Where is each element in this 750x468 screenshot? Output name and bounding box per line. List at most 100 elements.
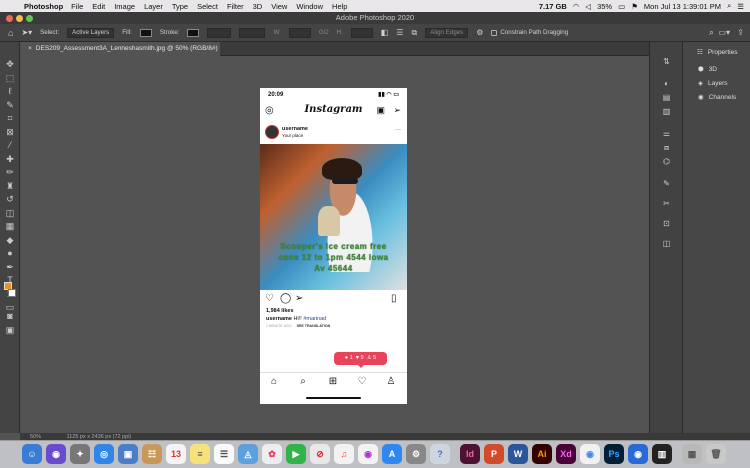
healing-brush-tool-icon[interactable]: ✚ — [3, 153, 17, 165]
avatar[interactable] — [265, 125, 279, 139]
properties-header[interactable]: ☷ Properties — [683, 42, 750, 62]
post-place[interactable]: Your place — [282, 133, 303, 138]
help-icon[interactable]: ? — [430, 444, 450, 464]
app-store-icon[interactable]: A — [382, 444, 402, 464]
activity-notification-badge[interactable]: ● 1 ♥ 9 ♙ 5 — [334, 352, 387, 368]
comment-icon[interactable]: ◯ — [280, 294, 291, 304]
wifi-icon[interactable]: ◠ — [573, 2, 580, 11]
document-tab[interactable]: × DES209_Assessment3A_Lenneshasmith.jpg @… — [20, 42, 220, 56]
siri-icon[interactable]: ◉ — [46, 444, 66, 464]
workspace-icon[interactable]: ▭▾ — [718, 28, 730, 37]
likes-count[interactable]: 1,984 likes — [266, 308, 294, 314]
path-arrangement-icon[interactable]: ⧉ — [411, 28, 417, 38]
panel-channels[interactable]: ◉ Channels — [683, 90, 750, 104]
illustrator-icon[interactable]: Ai — [532, 444, 552, 464]
frame-tool-icon[interactable]: ⊠ — [3, 126, 17, 138]
finder-icon[interactable]: ☺ — [22, 444, 42, 464]
like-icon[interactable]: ♡ — [265, 294, 275, 304]
see-translation-link[interactable]: SEE TRANSLATION — [297, 324, 331, 328]
menubar-clock[interactable]: Mon Jul 13 1:39:01 PM — [644, 2, 721, 11]
search-icon[interactable]: ⌕ — [727, 1, 731, 11]
calendar-icon[interactable]: 13 — [166, 444, 186, 464]
screen-mode-icon[interactable]: ▣ — [3, 324, 17, 336]
indesign-icon[interactable]: Id — [460, 444, 480, 464]
control-center-icon[interactable]: ☰ — [737, 2, 744, 11]
xd-icon[interactable]: Xd — [556, 444, 576, 464]
menu-layer[interactable]: Layer — [144, 2, 163, 11]
launchpad-icon[interactable]: ✦ — [70, 444, 90, 464]
menu-window[interactable]: Window — [296, 2, 323, 11]
path-alignment-icon[interactable]: ☰ — [396, 28, 403, 37]
battery-percent[interactable]: 35% — [597, 2, 612, 11]
path-selection-tool-icon[interactable]: ➤▾ — [21, 28, 32, 37]
gradient-tool-icon[interactable]: ▦ — [3, 220, 17, 232]
stroke-type-dropdown[interactable] — [239, 27, 266, 38]
podcasts-icon[interactable]: ◉ — [358, 444, 378, 464]
select-dropdown[interactable]: Active Layers — [67, 27, 115, 38]
photoshop-icon[interactable]: Ps — [604, 444, 624, 464]
clone-source-panel-icon[interactable]: ✂ — [660, 198, 673, 209]
preview-icon[interactable]: ▣ — [118, 444, 138, 464]
profile-icon[interactable]: ♙ — [385, 376, 397, 388]
menu-select[interactable]: Select — [197, 2, 218, 11]
height-field[interactable] — [350, 27, 373, 38]
caption-hashtag[interactable]: #marinad — [303, 316, 326, 322]
adjustments-panel-icon[interactable]: ⚌ — [660, 128, 673, 139]
piano-icon[interactable]: ▥ — [652, 444, 672, 464]
close-tab-icon[interactable]: × — [28, 45, 32, 52]
menu-filter[interactable]: Filter — [227, 2, 244, 11]
caption-username[interactable]: username — [266, 316, 292, 322]
move-tool-icon[interactable]: ✥ — [3, 58, 17, 70]
more-options-icon[interactable]: ··· — [395, 127, 401, 133]
share-post-icon[interactable]: ➢ — [295, 294, 305, 304]
close-window-button[interactable] — [6, 15, 13, 22]
paragraph-panel-icon[interactable]: ◫ — [660, 238, 673, 249]
menu-app-name[interactable]: Photoshop — [24, 2, 63, 11]
volume-icon[interactable]: ◁ — [585, 2, 591, 11]
battery-icon[interactable]: ▭ — [618, 2, 625, 11]
eraser-tool-icon[interactable]: ◫ — [3, 207, 17, 219]
align-edges-checkbox[interactable]: Align Edges — [425, 27, 469, 38]
activity-heart-icon[interactable]: ♡ — [356, 376, 368, 388]
constrain-path-checkbox[interactable]: Constrain Path Dragging — [491, 29, 568, 36]
new-post-icon[interactable]: ⊞ — [327, 376, 339, 388]
menu-view[interactable]: View — [271, 2, 287, 11]
safari-icon[interactable]: ◎ — [94, 444, 114, 464]
post-photo[interactable]: Scooper's Ice cream free cone 12 to 1pm … — [260, 144, 407, 290]
brush-tool-icon[interactable]: ✏ — [3, 166, 17, 178]
fill-swatch[interactable] — [139, 28, 152, 37]
clone-stamp-tool-icon[interactable]: ♜ — [3, 180, 17, 192]
link-label[interactable]: GO — [319, 29, 329, 36]
menu-file[interactable]: File — [71, 2, 83, 11]
zoom-icon[interactable]: ◉ — [628, 444, 648, 464]
path-operations-icon[interactable]: ◧ — [381, 28, 389, 37]
lasso-tool-icon[interactable]: ℓ — [3, 85, 17, 97]
search-nav-icon[interactable]: ⌕ — [297, 376, 309, 388]
post-username[interactable]: username — [282, 126, 308, 132]
system-preferences-icon[interactable]: ⚙ — [406, 444, 426, 464]
facetime-icon[interactable]: ▶ — [286, 444, 306, 464]
trash-icon[interactable]: 🗑 — [706, 444, 726, 464]
menu-image[interactable]: Image — [114, 2, 135, 11]
quick-select-tool-icon[interactable]: ✎ — [3, 99, 17, 111]
styles-panel-icon[interactable]: ⧈ — [660, 142, 673, 153]
instagram-mockup[interactable]: 20:09 ▮▮ ◠ ▭ ◎ Instagram ▣ ➢ username Yo… — [260, 88, 407, 404]
menu-edit[interactable]: Edit — [92, 2, 105, 11]
direct-message-icon[interactable]: ➢ — [393, 105, 401, 116]
storage-indicator[interactable]: 7.17 GB — [539, 2, 567, 11]
zoom-window-button[interactable] — [26, 15, 33, 22]
eyedropper-tool-icon[interactable]: ⁄ — [3, 139, 17, 151]
gear-icon[interactable]: ⚙ — [476, 28, 483, 37]
home-nav-icon[interactable]: ⌂ — [268, 376, 280, 388]
swatches-panel-icon[interactable]: ▤ — [660, 92, 673, 103]
menu-help[interactable]: Help — [332, 2, 347, 11]
crop-tool-icon[interactable]: ⌗ — [3, 112, 17, 124]
chrome-icon[interactable]: ◉ — [580, 444, 600, 464]
contacts-icon[interactable]: ☷ — [142, 444, 162, 464]
igtv-icon[interactable]: ▣ — [376, 105, 385, 116]
word-icon[interactable]: W — [508, 444, 528, 464]
stroke-width-field[interactable] — [207, 27, 232, 38]
marquee-tool-icon[interactable]: ⬚ — [3, 72, 17, 84]
width-field[interactable] — [288, 27, 311, 38]
flag-icon[interactable]: ⚑ — [631, 2, 638, 11]
